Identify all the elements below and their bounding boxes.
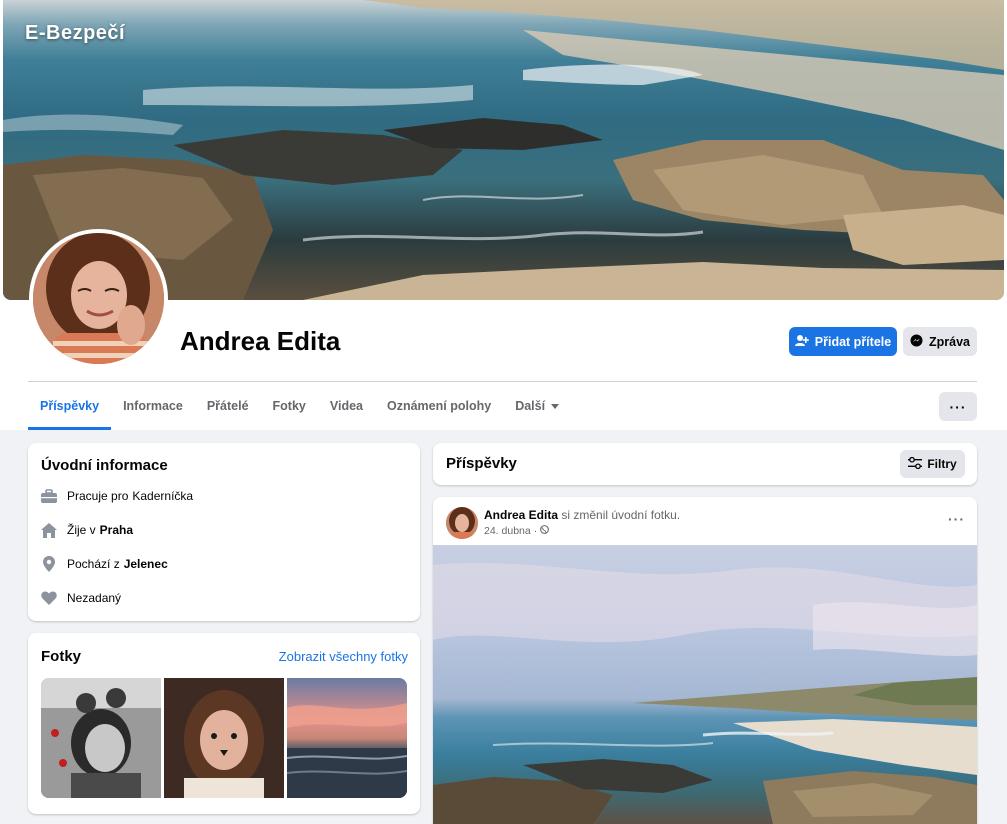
add-friend-label: Přidat přítele	[814, 334, 892, 349]
posts-header-card: Příspěvky Filtry	[433, 443, 977, 485]
tab-friends-label: Přátelé	[206, 399, 249, 413]
message-button[interactable]: Zpráva	[903, 327, 977, 356]
tab-photos[interactable]: Fotky	[261, 382, 318, 430]
briefcase-icon	[41, 488, 57, 504]
home-icon	[41, 522, 57, 538]
post-header-text: Andrea Edita si změnil úvodní fotku.	[484, 508, 680, 522]
photo-thumbnail[interactable]	[164, 678, 284, 798]
intro-from-value[interactable]: Jelenec	[124, 557, 168, 571]
photo-thumbnail-art	[164, 678, 284, 798]
location-pin-icon	[41, 556, 57, 572]
filters-label: Filtry	[927, 457, 957, 471]
post-card: Andrea Edita si změnil úvodní fotku. 24.…	[433, 497, 977, 824]
tab-check-ins-label: Oznámení polohy	[387, 399, 492, 413]
intro-from: Pochází z Jelenec	[41, 556, 168, 572]
tab-about-label: Informace	[123, 399, 183, 413]
tab-posts-label: Příspěvky	[40, 399, 100, 413]
posts-title: Příspěvky	[446, 455, 517, 472]
heart-icon	[41, 590, 57, 606]
tab-photos-label: Fotky	[272, 399, 306, 413]
post-author-name[interactable]: Andrea Edita	[484, 508, 558, 522]
post-cover-photo-art	[433, 562, 977, 824]
tab-more-label: Další	[515, 399, 546, 413]
post-action: si změnil úvodní fotku.	[561, 508, 681, 522]
caret-down-icon	[551, 399, 560, 413]
intro-work: Pracuje pro Kaderníčka	[41, 488, 193, 504]
intro-lives-value[interactable]: Praha	[100, 523, 133, 537]
post-cover-photo[interactable]	[433, 545, 977, 824]
brand-watermark: E-Bezpečí	[25, 22, 126, 44]
tab-videos-label: Videa	[329, 399, 363, 413]
profile-picture-art	[33, 233, 164, 364]
intro-lives: Žije v Praha	[41, 522, 133, 538]
see-all-photos-link[interactable]: Zobrazit všechny fotky	[279, 649, 408, 664]
intro-relationship: Nezadaný	[41, 590, 121, 606]
add-friend-button[interactable]: Přidat přítele	[789, 327, 897, 356]
intro-relationship-value: Nezadaný	[67, 591, 122, 605]
intro-work-prefix: Pracuje pro	[67, 489, 129, 503]
tab-posts[interactable]: Příspěvky	[28, 382, 112, 430]
profile-header: E-Bezpečí Andrea Edita Přidat přítele Zp…	[0, 0, 1007, 430]
filters-button[interactable]: Filtry	[900, 450, 965, 478]
post-author-avatar-art	[446, 507, 478, 539]
post-meta-separator: ·	[533, 525, 538, 537]
add-person-icon	[794, 334, 809, 350]
messenger-icon	[910, 334, 923, 350]
intro-lives-prefix: Žije v	[67, 523, 96, 537]
intro-title: Úvodní informace	[41, 457, 168, 474]
post-author-avatar[interactable]	[446, 507, 478, 539]
photos-title: Fotky	[41, 648, 82, 665]
photo-thumbnail[interactable]	[41, 678, 161, 798]
profile-tabs: Příspěvky Informace Přátelé Fotky Videa …	[28, 382, 571, 430]
intro-from-prefix: Pochází z	[67, 557, 120, 571]
globe-icon	[540, 525, 550, 537]
message-label: Zpráva	[929, 334, 970, 349]
photo-thumbnail-art	[287, 703, 407, 798]
tab-videos[interactable]: Videa	[318, 382, 375, 430]
profile-picture[interactable]	[29, 229, 168, 368]
intro-card: Úvodní informace Pracuje pro Kaderníčka …	[28, 443, 420, 621]
tab-more[interactable]: Další	[503, 382, 571, 430]
tab-friends[interactable]: Přátelé	[195, 382, 261, 430]
photo-thumbnail-art	[41, 678, 161, 798]
tab-check-ins[interactable]: Oznámení polohy	[375, 382, 503, 430]
profile-name: Andrea Edita	[180, 326, 341, 356]
post-options-button[interactable]: ···	[948, 511, 965, 527]
photo-thumbnail[interactable]	[287, 678, 407, 798]
sliders-icon	[908, 456, 923, 472]
post-date[interactable]: 24. dubna	[484, 525, 531, 537]
intro-work-value[interactable]: Kaderníčka	[132, 489, 193, 503]
tab-about[interactable]: Informace	[111, 382, 195, 430]
photos-card: Fotky Zobrazit všechny fotky	[28, 633, 420, 814]
profile-more-button[interactable]: ···	[939, 392, 977, 421]
post-meta: 24. dubna ·	[484, 525, 550, 537]
